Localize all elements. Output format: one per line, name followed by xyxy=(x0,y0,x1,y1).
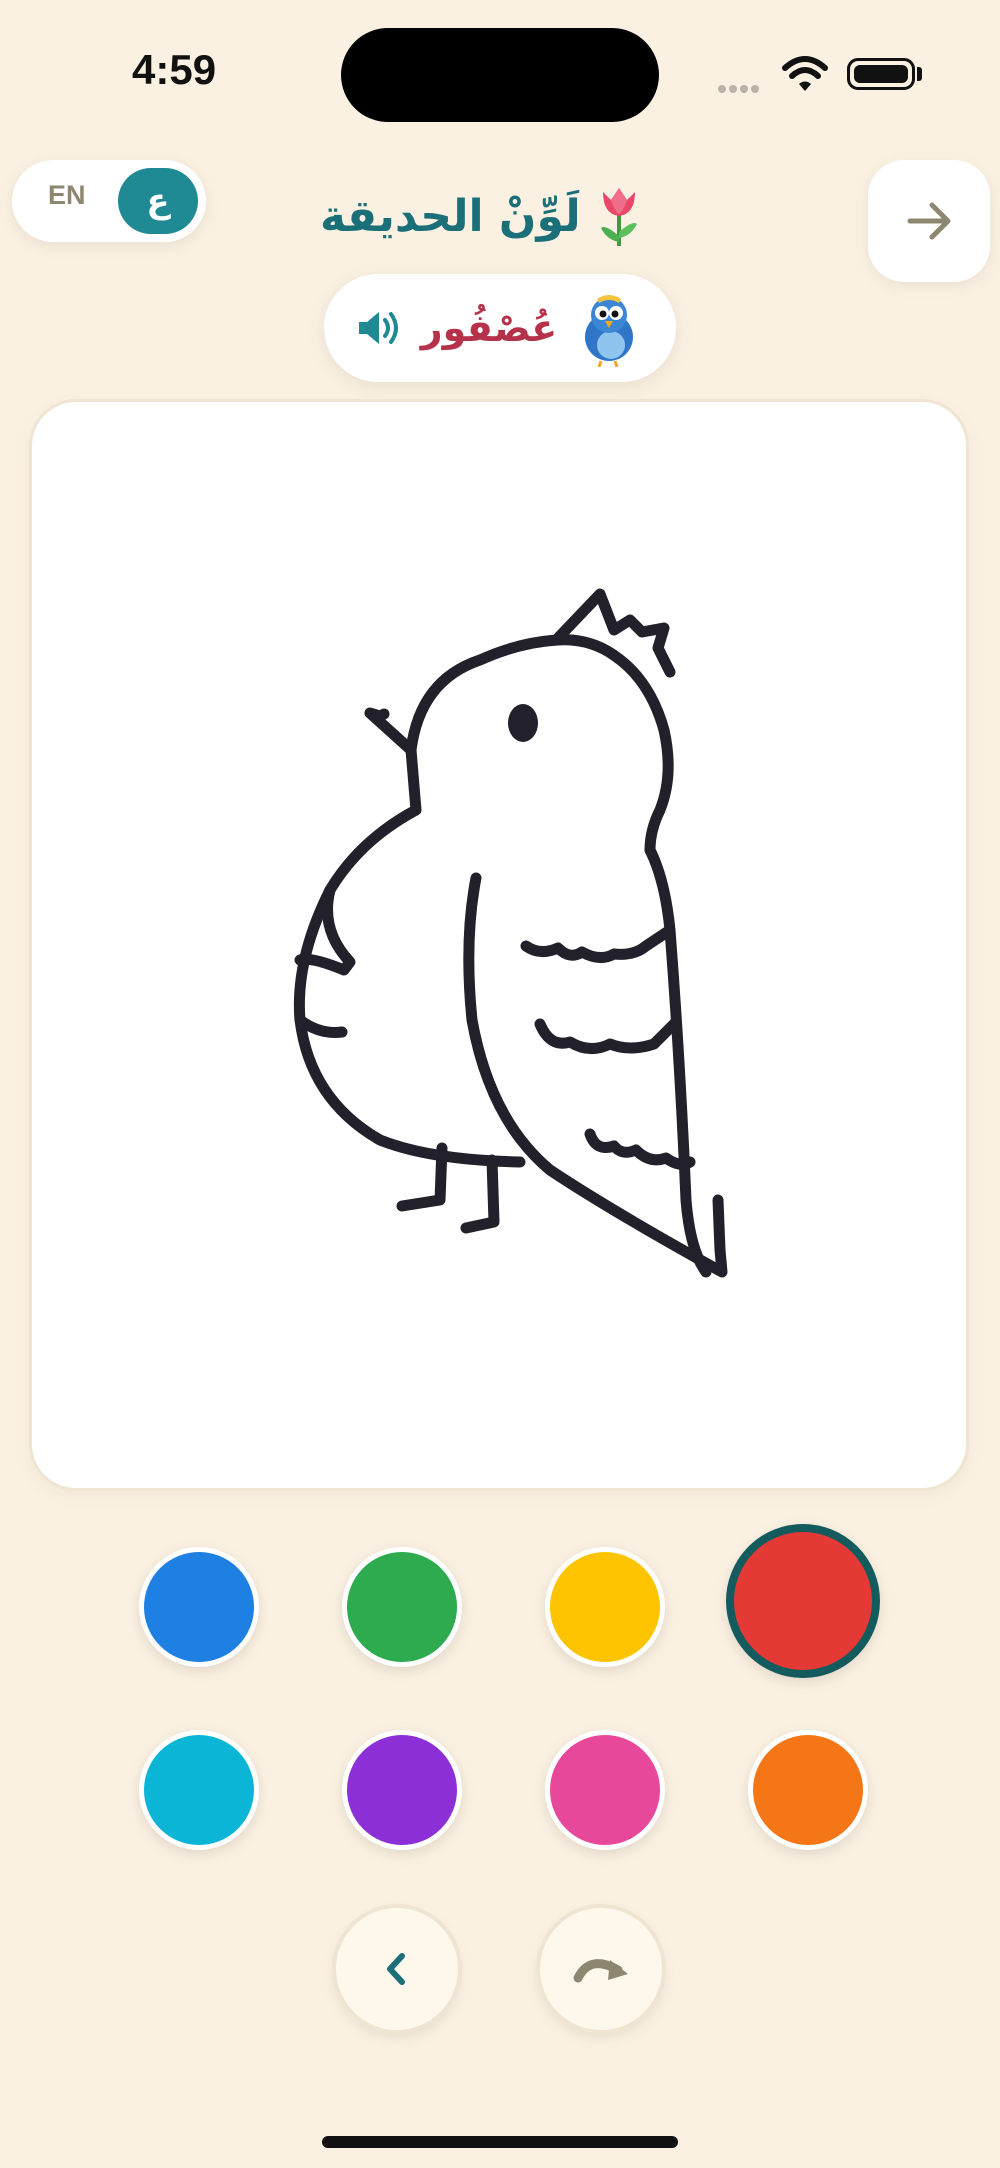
tulip-icon xyxy=(600,188,637,246)
color-swatch-orange[interactable] xyxy=(748,1730,868,1850)
word-label: عُصْفُور xyxy=(420,306,558,350)
color-swatch-green[interactable] xyxy=(342,1547,462,1667)
bird-outline-drawing[interactable] xyxy=(270,560,750,1340)
color-swatch-blue[interactable] xyxy=(139,1547,259,1667)
cellular-signal-icon xyxy=(718,78,762,97)
battery-icon xyxy=(847,58,915,90)
arrow-right-icon xyxy=(907,202,951,240)
home-indicator xyxy=(322,2136,678,2148)
word-chip[interactable]: عُصْفُور xyxy=(324,274,676,382)
battery-tip xyxy=(917,67,922,81)
color-swatch-cyan[interactable] xyxy=(139,1730,259,1850)
next-button[interactable] xyxy=(868,160,990,282)
redo-icon xyxy=(573,1959,628,1983)
status-time: 4:59 xyxy=(132,46,217,93)
bird-mascot-icon xyxy=(585,295,634,367)
page-title: لَوِّنْ الحديقة xyxy=(320,190,581,242)
color-swatch-pink[interactable] xyxy=(545,1730,665,1850)
redo-button[interactable] xyxy=(540,1908,662,2030)
page-title-row: لَوِّنْ الحديقة xyxy=(320,186,680,246)
lang-option-en[interactable]: EN xyxy=(48,180,86,211)
color-swatch-purple[interactable] xyxy=(342,1730,462,1850)
speaker-icon[interactable] xyxy=(355,306,403,350)
chevron-left-icon xyxy=(387,1953,405,1985)
undo-button[interactable] xyxy=(336,1908,458,2030)
color-swatch-yellow[interactable] xyxy=(545,1547,665,1667)
lang-option-ar[interactable]: ع xyxy=(118,168,198,234)
dynamic-island xyxy=(341,28,659,122)
wifi-icon xyxy=(782,56,828,91)
color-swatch-red-selected[interactable] xyxy=(726,1524,880,1678)
